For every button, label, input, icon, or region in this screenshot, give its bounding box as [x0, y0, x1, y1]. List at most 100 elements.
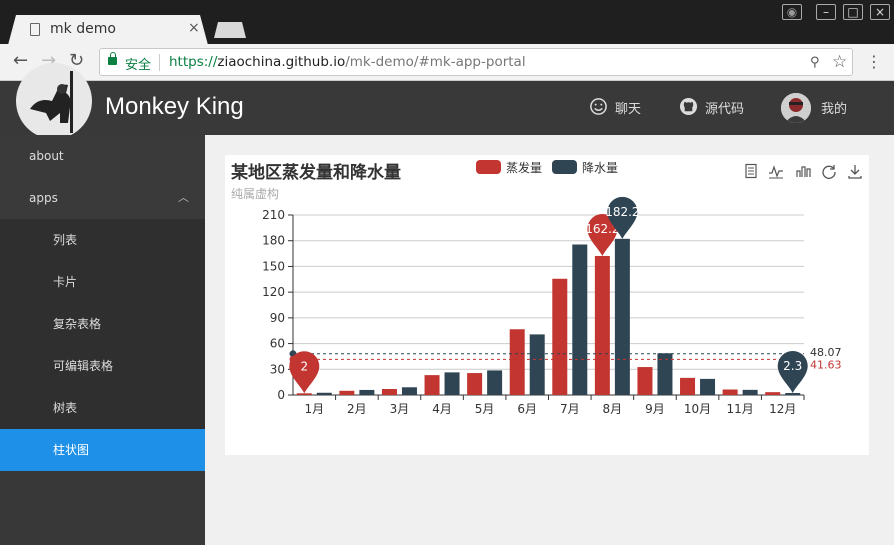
- chat-link[interactable]: 聊天: [615, 98, 641, 117]
- bar-evaporation: [509, 329, 525, 395]
- url-scheme: https://: [169, 54, 218, 70]
- url-text[interactable]: https://ziaochina.github.io/mk-demo/#mk-…: [169, 54, 526, 70]
- sidebar-item-apps[interactable]: apps ︿: [0, 177, 205, 219]
- data-view-icon[interactable]: [743, 163, 759, 179]
- x-tick-label: 12月: [769, 402, 796, 416]
- bar-chart-icon[interactable]: [795, 163, 811, 179]
- restore-icon[interactable]: [821, 163, 837, 179]
- back-icon[interactable]: ←: [13, 52, 28, 70]
- bar-precipitation: [700, 378, 716, 395]
- y-tick-label: 210: [262, 208, 285, 222]
- profile-icon[interactable]: ◉: [782, 4, 802, 20]
- bar-precipitation: [444, 372, 460, 395]
- bar-evaporation: [594, 255, 610, 395]
- lock-icon: [108, 52, 117, 65]
- bar-precipitation: [742, 389, 758, 395]
- y-tick-label: 120: [262, 285, 285, 299]
- chevron-up-icon: ︿: [178, 191, 189, 204]
- monkey-logo[interactable]: [16, 63, 92, 139]
- bar-evaporation: [296, 393, 312, 395]
- sidebar-item-editable-table[interactable]: 可编辑表格: [0, 345, 205, 387]
- extension-icon[interactable]: ⚲: [810, 55, 820, 70]
- secure-label: 安全: [125, 58, 152, 73]
- legend-label-precipitation[interactable]: 降水量: [582, 159, 618, 176]
- bar-evaporation: [339, 390, 355, 395]
- mark-point-label: 2.3: [783, 359, 802, 373]
- x-tick-label: 10月: [684, 402, 711, 416]
- chart-card: 0 30 60 90 120 150 180 210 1月 2月 3月 4月 5月 6月 7月 8月 9月 10月…: [225, 155, 869, 455]
- x-tick-label: 8月: [603, 402, 623, 416]
- x-tick-label: 1月: [304, 402, 324, 416]
- browser-window: mk demo × ◉ – □ × ← → ↻ 安全 https://ziaoc…: [0, 0, 894, 545]
- legend-swatch-evaporation[interactable]: [476, 160, 501, 174]
- tab-title: mk demo: [50, 21, 116, 37]
- bar-precipitation: [614, 238, 630, 395]
- x-tick-label: 9月: [645, 402, 665, 416]
- chart-subtitle: 纯属虚构: [231, 187, 280, 201]
- url-path: /mk-demo/#mk-app-portal: [345, 54, 526, 70]
- sidebar: about apps ︿ 列表 卡片 复杂表格 可编辑表格 树表 柱状图: [0, 135, 205, 545]
- sidebar-item-complex-table[interactable]: 复杂表格: [0, 303, 205, 345]
- sidebar-item-list[interactable]: 列表: [0, 219, 205, 261]
- y-tick-label: 90: [270, 311, 285, 325]
- bar-evaporation: [765, 392, 781, 395]
- sidebar-item-label: 柱状图: [53, 443, 90, 457]
- line-chart-icon[interactable]: [768, 163, 784, 179]
- x-tick-label: 5月: [475, 402, 495, 416]
- sidebar-item-label: 卡片: [53, 275, 78, 289]
- avatar[interactable]: [781, 93, 811, 123]
- close-window-button[interactable]: ×: [870, 4, 890, 20]
- average-line-label: 48.07: [810, 346, 842, 359]
- browser-tab[interactable]: mk demo ×: [8, 15, 208, 45]
- bar-evaporation: [722, 389, 738, 395]
- legend-label-evaporation[interactable]: 蒸发量: [506, 159, 542, 176]
- sidebar-item-tree-table[interactable]: 树表: [0, 387, 205, 429]
- sidebar-item-about[interactable]: about: [0, 135, 205, 177]
- y-tick-label: 150: [262, 259, 285, 273]
- bar-precipitation: [572, 244, 588, 395]
- average-line-label: 41.63: [810, 358, 842, 371]
- new-tab-button[interactable]: [214, 22, 246, 38]
- bar-evaporation: [467, 373, 483, 395]
- browser-toolbar: ← → ↻ 安全 https://ziaochina.github.io/mk-…: [0, 44, 894, 81]
- page-icon: [30, 23, 40, 36]
- bar-chart: 0 30 60 90 120 150 180 210 1月 2月 3月 4月 5月 6月 7月 8月 9月 10月…: [262, 196, 842, 416]
- mark-point-label: 182.2: [605, 205, 639, 219]
- bar-precipitation: [401, 387, 417, 395]
- tab-close-button[interactable]: ×: [188, 20, 200, 36]
- x-tick-label: 4月: [432, 402, 452, 416]
- x-tick-label: 11月: [726, 402, 753, 416]
- source-code-link[interactable]: 源代码: [705, 98, 744, 117]
- sidebar-item-label: apps: [29, 191, 58, 205]
- sidebar-item-bar-chart[interactable]: 柱状图: [0, 429, 205, 471]
- address-bar[interactable]: 安全 https://ziaochina.github.io/mk-demo/#…: [99, 48, 853, 76]
- bookmark-star-icon[interactable]: ☆: [832, 52, 847, 72]
- tab-strip: mk demo × ◉ – □ ×: [0, 0, 894, 45]
- me-link[interactable]: 我的: [821, 98, 847, 117]
- sidebar-item-card[interactable]: 卡片: [0, 261, 205, 303]
- x-tick-label: 3月: [390, 402, 410, 416]
- maximize-button[interactable]: □: [843, 4, 863, 20]
- bar-evaporation: [381, 389, 397, 395]
- bar-precipitation: [785, 393, 801, 395]
- sidebar-item-label: 复杂表格: [53, 317, 102, 331]
- bar-precipitation: [487, 370, 503, 395]
- app-header: Monkey King 聊天 源代码 我的: [0, 63, 894, 139]
- save-image-icon[interactable]: [847, 163, 863, 179]
- minimize-button[interactable]: –: [816, 4, 836, 20]
- app-title: Monkey King: [105, 93, 244, 120]
- y-tick-label: 0: [277, 388, 285, 402]
- legend-swatch-precipitation[interactable]: [552, 160, 577, 174]
- bar-precipitation: [316, 392, 332, 395]
- y-tick-label: 30: [270, 362, 285, 376]
- mark-point-label: 2: [300, 359, 308, 373]
- sidebar-item-label: 可编辑表格: [53, 359, 114, 373]
- browser-menu-icon[interactable]: ⋮: [866, 52, 882, 71]
- url-separator: [159, 54, 160, 71]
- y-tick-label: 60: [270, 337, 285, 351]
- sidebar-item-label: 树表: [53, 401, 78, 415]
- chart-title: 某地区蒸发量和降水量: [231, 163, 401, 183]
- sidebar-item-label: about: [29, 149, 64, 163]
- bar-evaporation: [680, 377, 696, 395]
- bar-evaporation: [424, 375, 440, 395]
